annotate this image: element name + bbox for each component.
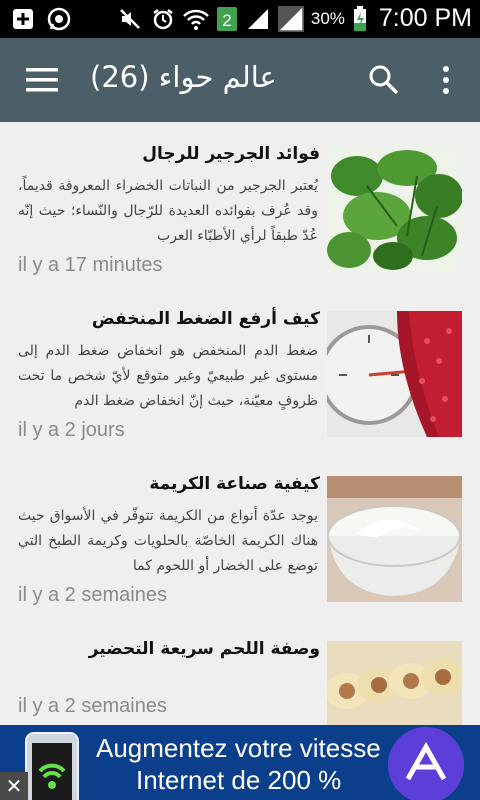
article-excerpt: يُعتبر الجرجير من النباتات الخضراء المعر… [18, 178, 318, 244]
menu-icon[interactable] [26, 66, 58, 94]
keyboard-app-logo-icon [388, 727, 464, 800]
article-list: فوائد الجرجير للرجال يُعتبر الجرجير من ا… [0, 122, 480, 725]
article-time: il y a 2 semaines [18, 584, 167, 606]
mute-icon [117, 6, 143, 32]
phone-wifi-icon [22, 731, 84, 800]
sim-2-icon: 2 [216, 6, 238, 32]
ad-subline: Internet de 200 % [136, 765, 342, 795]
article-excerpt: ضغط الدم المنخفض هو انخفاض ضغط الدم إلى … [18, 343, 318, 409]
article-time: il y a 2 jours [18, 419, 125, 441]
article-card[interactable]: فوائد الجرجير للرجال يُعتبر الجرجير من ا… [0, 122, 480, 286]
wifi-icon [182, 6, 209, 32]
battery-percent: 30% [310, 8, 345, 28]
article-image-meat [327, 641, 462, 725]
page-title: عالم حواء (26) [90, 60, 277, 94]
article-image-blood-pressure [327, 311, 462, 437]
search-icon[interactable] [368, 64, 400, 96]
article-title: وصفة اللحم سريعة التحضير [88, 639, 320, 659]
article-time: il y a 17 minutes [18, 254, 163, 276]
article-card[interactable]: كيفية صناعة الكريمة يوجد عدّة أنواع من ا… [0, 452, 480, 616]
article-image-arugula [327, 146, 462, 272]
ad-banner[interactable]: Augmentez votre vitesse Internet de 200 … [0, 725, 480, 800]
signal-icon [245, 6, 271, 32]
article-card[interactable]: وصفة اللحم سريعة التحضير il y a 2 semain… [0, 617, 480, 725]
article-image-cream [327, 476, 462, 602]
clock: 7:00 PM [378, 4, 472, 32]
ad-close-button[interactable]: ✕ [0, 772, 28, 800]
whatsapp-icon [46, 6, 72, 32]
article-card[interactable]: كيف أرفع الضغط المنخفض ضغط الدم المنخفض … [0, 287, 480, 451]
article-time: il y a 2 semaines [18, 695, 167, 717]
ad-headline: Augmentez votre vitesse [96, 733, 381, 763]
app-bar: عالم حواء (26) [0, 38, 480, 122]
signal-2-icon [277, 5, 304, 32]
article-title: كيف أرفع الضغط المنخفض [91, 309, 320, 329]
article-title: كيفية صناعة الكريمة [149, 474, 320, 494]
svg-text:2: 2 [222, 11, 231, 30]
alarm-icon [150, 6, 176, 32]
status-bar: 2 30% 7:00 PM [0, 0, 480, 38]
article-title: فوائد الجرجير للرجال [142, 144, 320, 164]
battery-charging-icon [352, 5, 368, 32]
add-notification-icon [10, 6, 36, 32]
article-excerpt: يوجد عدّة أنواع من الكريمة تتوفّر في الأ… [18, 508, 318, 574]
more-vert-icon[interactable] [436, 64, 456, 96]
